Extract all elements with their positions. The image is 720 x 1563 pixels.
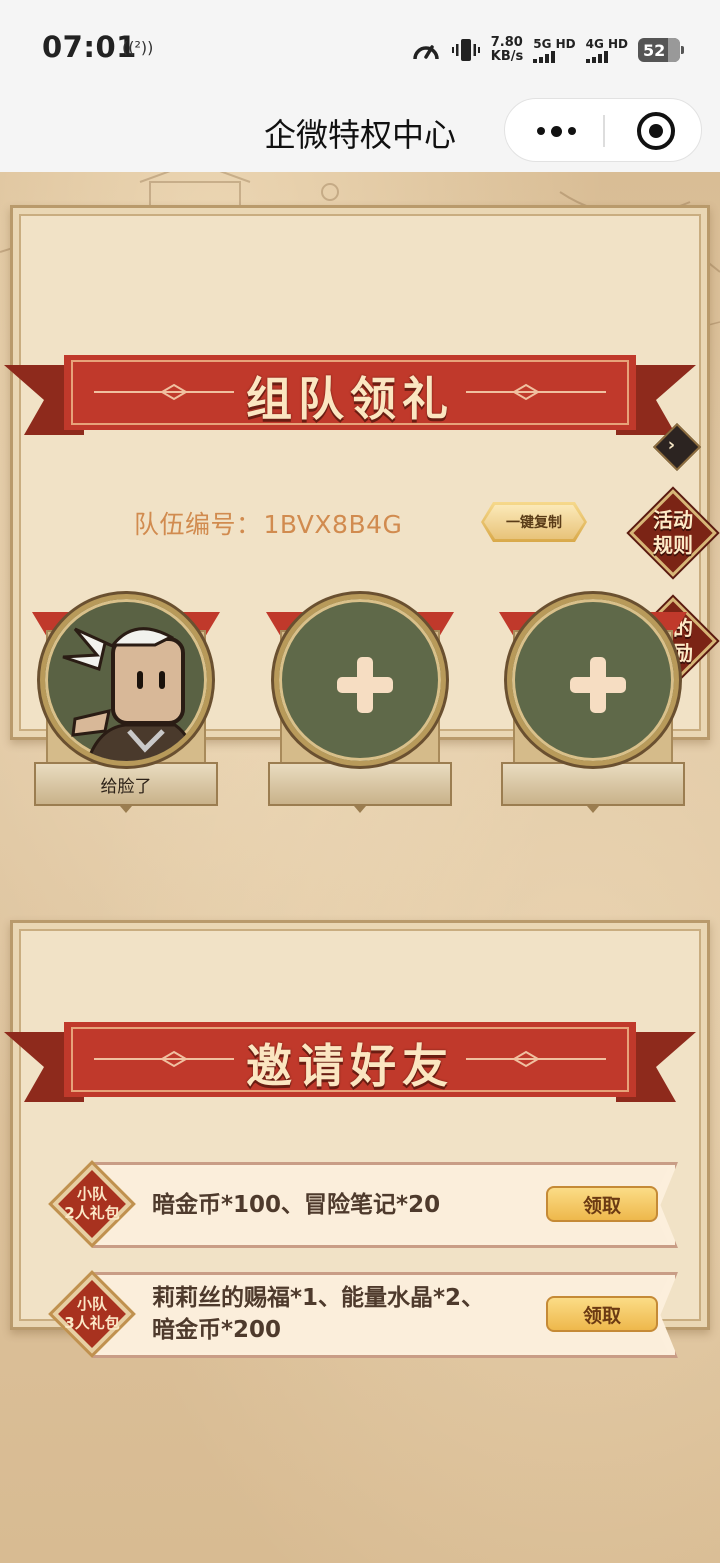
more-options-button[interactable] [529, 113, 583, 149]
reward-desc-line-1: 莉莉丝的赐福*1、能量水晶*2、 [152, 1285, 485, 1311]
vibrate-icon [451, 39, 480, 61]
invite-panel [10, 920, 710, 1330]
reward-row: 小队 3人礼包 莉莉丝的赐福*1、能量水晶*2、 暗金币*200 领取 [42, 1270, 682, 1368]
rules-line-2: 规则 [653, 533, 693, 557]
network-speed: 7.80 KB/s [491, 36, 523, 64]
pack-label: 小队 3人礼包 [48, 1295, 136, 1333]
signal-bars-icon [585, 50, 628, 63]
nfc-icon: ((²)) [122, 38, 154, 57]
pack-label-line-1: 小队 [76, 1295, 107, 1313]
reward-description: 莉莉丝的赐福*1、能量水晶*2、 暗金币*200 [152, 1282, 484, 1346]
member-name-plate [268, 762, 452, 806]
capsule-divider [603, 115, 605, 147]
signal-bars-icon [533, 50, 575, 63]
status-bar: 07:01 ((²)) 7.80 KB/s 5G HD 4G HD 52 [0, 0, 720, 96]
pack-label: 小队 2人礼包 [48, 1185, 136, 1223]
pack-label-line-1: 小队 [76, 1185, 107, 1203]
team-id-value: 1BVX8B4G [263, 510, 403, 539]
dot-icon [536, 127, 545, 135]
member-avatar [40, 594, 212, 766]
activity-rules-label: 活动 规则 [628, 508, 718, 558]
status-indicators: 7.80 KB/s 5G HD 4G HD 52 [411, 30, 684, 70]
invite-member-button[interactable] [507, 594, 679, 766]
team-id-label: 队伍编号： [134, 510, 262, 539]
member-slot-1[interactable]: 给脸了 [32, 590, 220, 820]
rules-line-1: 活动 [653, 508, 693, 532]
speedometer-icon [413, 45, 439, 60]
invite-heading: 邀请好友 [246, 1039, 454, 1093]
speed-unit: KB/s [490, 49, 524, 64]
team-pack-badge: 小队 2人礼包 [48, 1160, 136, 1248]
plate-notch [587, 806, 599, 813]
member-name: 给脸了 [100, 776, 152, 797]
plate-notch [120, 806, 132, 813]
member-slot-2[interactable] [266, 590, 454, 820]
pack-label-line-2: 3人礼包 [64, 1314, 120, 1332]
dot-icon [567, 127, 576, 135]
plus-icon [590, 657, 606, 713]
copy-button-label: 一键复制 [506, 515, 562, 531]
team-pack-badge: 小队 3人礼包 [48, 1270, 136, 1358]
battery-icon: 52 [638, 38, 684, 62]
reward-description: 暗金币*100、冒险笔记*20 [152, 1189, 440, 1221]
mini-program-header: 企微特权中心 [0, 96, 720, 172]
network-5g-label: 5G HD [533, 36, 576, 51]
copy-team-id-button[interactable]: 一键复制 [481, 502, 587, 542]
activity-rules-button[interactable]: 活动 规则 [628, 488, 718, 578]
member-name-plate: 给脸了 [34, 762, 218, 806]
invite-ribbon: 邀请好友 [0, 1012, 706, 1122]
chevron-right-icon: › [667, 434, 676, 456]
network-4g-label: 4G HD [585, 36, 628, 51]
claim-button[interactable]: 领取 [546, 1296, 658, 1332]
dot-icon [550, 125, 562, 137]
member-slot-3[interactable] [499, 590, 687, 820]
claim-button[interactable]: 领取 [546, 1186, 658, 1222]
member-name-plate [501, 762, 685, 806]
reward-desc-line-2: 暗金币*200 [152, 1317, 282, 1343]
network-5g: 5G HD [533, 36, 576, 63]
speed-value: 7.80 [490, 35, 523, 50]
battery-level: 52 [643, 40, 666, 60]
team-id-row: 队伍编号：1BVX8B4G [134, 505, 402, 541]
plus-icon [357, 657, 373, 713]
pack-label-line-2: 2人礼包 [64, 1204, 120, 1222]
capsule-menu [504, 98, 702, 162]
invite-member-button[interactable] [274, 594, 446, 766]
close-mini-program-button[interactable] [637, 112, 675, 150]
reward-desc-line-1: 暗金币*100、冒险笔记*20 [152, 1192, 441, 1218]
network-4g: 4G HD [585, 36, 628, 63]
reward-row: 小队 2人礼包 暗金币*100、冒险笔记*20 领取 [42, 1160, 682, 1258]
plate-notch [354, 806, 366, 813]
team-ribbon: 组队领礼 [0, 345, 706, 455]
team-heading: 组队领礼 [246, 372, 454, 426]
